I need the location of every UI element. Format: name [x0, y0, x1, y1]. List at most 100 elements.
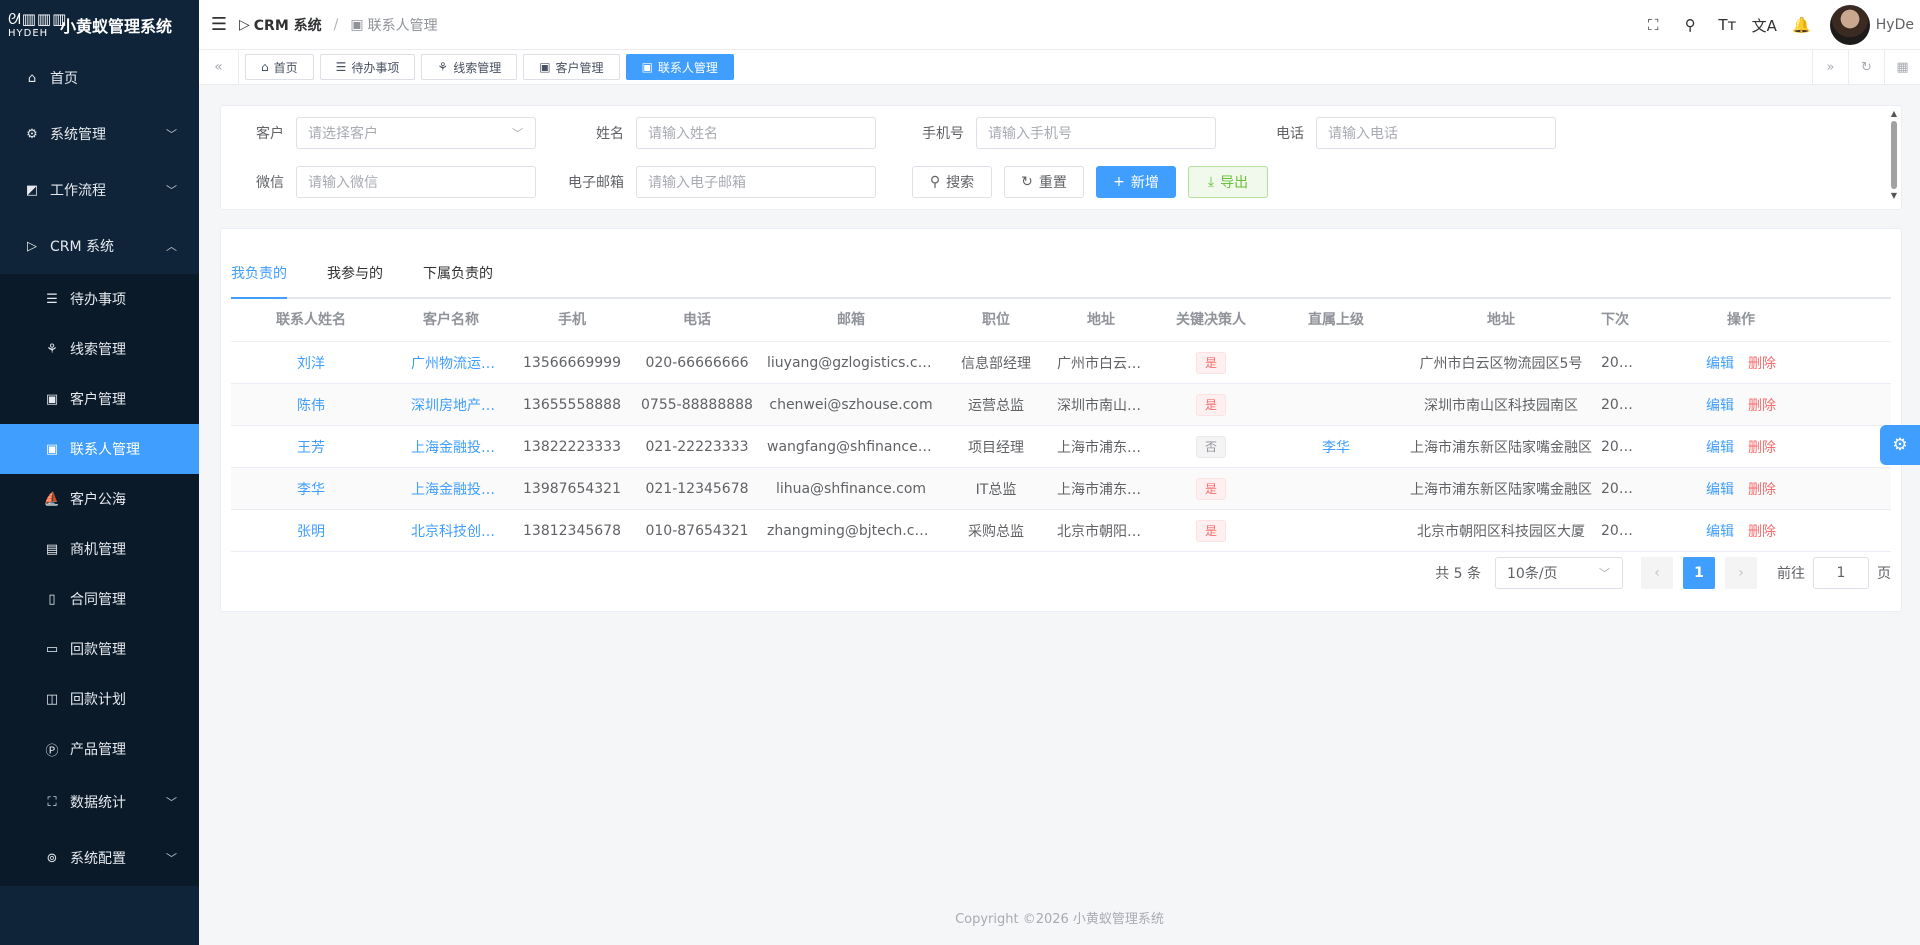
status-badge: 是: [1195, 519, 1226, 542]
delete-button[interactable]: 删除: [1748, 395, 1776, 415]
sidebar-item-products[interactable]: Ⓟ 产品管理: [0, 724, 199, 774]
phone-input[interactable]: 请输入电话: [1316, 117, 1556, 149]
settings-gear-icon[interactable]: ⚙: [1880, 425, 1920, 465]
tag-todo[interactable]: ☰ 待办事项: [319, 54, 416, 80]
customer-name-link[interactable]: 广州物流运输有限公司: [391, 353, 511, 373]
tag-contacts[interactable]: ▣ 联系人管理: [625, 54, 734, 80]
scroll-down-icon[interactable]: ▼: [1890, 192, 1898, 200]
email-input[interactable]: 请输入电子邮箱: [636, 166, 876, 198]
username[interactable]: HyDe: [1876, 17, 1914, 33]
column-header: 地址: [1487, 312, 1515, 328]
customer-name-link[interactable]: 深圳房地产开发有限公司: [391, 395, 511, 415]
add-button[interactable]: + 新增: [1096, 166, 1176, 198]
search-button[interactable]: ⚲ 搜索: [912, 166, 992, 198]
crm-icon: ▷: [239, 16, 250, 33]
edit-button[interactable]: 编辑: [1706, 437, 1734, 457]
page-size-select[interactable]: 10条/页 ﹀: [1495, 557, 1623, 589]
fullscreen-icon[interactable]: ⛶: [1635, 0, 1672, 50]
tag-customers[interactable]: ▣ 客户管理: [523, 54, 620, 80]
customer-name-link[interactable]: 上海金融投资集团: [391, 437, 511, 457]
scrollbar-thumb[interactable]: [1891, 121, 1897, 189]
config-icon: ⊚: [46, 850, 58, 866]
refresh-icon[interactable]: ↻: [1848, 50, 1884, 85]
double-chevron-left-icon[interactable]: «: [199, 49, 239, 85]
next-page-button[interactable]: ›: [1725, 557, 1757, 589]
column-header: 客户名称: [423, 312, 479, 328]
position-cell: 信息部经理: [961, 355, 1031, 372]
customer-select[interactable]: 请选择客户 ﹀: [296, 117, 536, 149]
table-row: 李华 上海金融投资集团 13987654321 021-12345678 lih…: [231, 468, 1891, 510]
prev-page-button[interactable]: ‹: [1641, 557, 1673, 589]
contact-name-link[interactable]: 李华: [231, 479, 391, 499]
double-chevron-right-icon[interactable]: »: [1812, 50, 1848, 85]
sidebar-item-contracts[interactable]: ▯ 合同管理: [0, 574, 199, 624]
wechat-input[interactable]: 请输入微信: [296, 166, 536, 198]
edit-button[interactable]: 编辑: [1706, 521, 1734, 541]
scroll-up-icon[interactable]: ▲: [1890, 110, 1898, 118]
goto-input[interactable]: 1: [1813, 557, 1869, 589]
sidebar-item-todo[interactable]: ☰ 待办事项: [0, 274, 199, 324]
footer-copyright: Copyright ©2026 小黄蚁管理系统: [955, 912, 1164, 927]
sidebar-item-crm[interactable]: ▷ CRM 系统 ︿: [0, 218, 199, 274]
translate-icon[interactable]: 文A: [1746, 0, 1783, 50]
bell-icon[interactable]: 🔔: [1783, 0, 1820, 50]
tab-my-responsible[interactable]: 我负责的: [231, 249, 287, 299]
export-button[interactable]: ⤓ 导出: [1188, 166, 1268, 198]
grid-menu-icon[interactable]: ▦: [1884, 50, 1920, 85]
phone-cell: 021-22223333: [645, 438, 749, 455]
delete-button[interactable]: 删除: [1748, 479, 1776, 499]
sidebar-item-customers[interactable]: ▣ 客户管理: [0, 374, 199, 424]
home-icon: ⌂: [27, 70, 37, 86]
sidebar-item-system[interactable]: ⚙ 系统管理 ﹀: [0, 106, 199, 162]
table-row: 陈伟 深圳房地产开发有限公司 13655558888 0755-88888888…: [231, 384, 1891, 426]
reset-button[interactable]: ↻ 重置: [1004, 166, 1084, 198]
edit-button[interactable]: 编辑: [1706, 353, 1734, 373]
avatar[interactable]: [1829, 5, 1870, 45]
edit-button[interactable]: 编辑: [1706, 479, 1734, 499]
contact-name-link[interactable]: 陈伟: [231, 395, 391, 415]
sidebar-item-workflow[interactable]: ◩ 工作流程 ﹀: [0, 162, 199, 218]
mobile-input[interactable]: 请输入手机号: [976, 117, 1216, 149]
delete-button[interactable]: 删除: [1748, 437, 1776, 457]
delete-button[interactable]: 删除: [1748, 353, 1776, 373]
tag-home[interactable]: ⌂ 首页: [245, 54, 314, 80]
customer-name-link[interactable]: 上海金融投资集团: [391, 479, 511, 499]
name-input[interactable]: 请输入姓名: [636, 117, 876, 149]
address-detail-cell: 广州市白云区物流园区5号: [1419, 355, 1583, 372]
tab-my-participating[interactable]: 我参与的: [327, 249, 383, 297]
sidebar-item-payments[interactable]: ▭ 回款管理: [0, 624, 199, 674]
sidebar-item-leads[interactable]: ⚘ 线索管理: [0, 324, 199, 374]
name-label: 姓名: [596, 126, 624, 142]
font-size-icon[interactable]: Tт: [1709, 0, 1746, 50]
sidebar-item-public-pool[interactable]: ⛵ 客户公海: [0, 474, 199, 524]
sidebar-item-home[interactable]: ⌂ 首页: [0, 50, 199, 106]
tag-label: 首页: [273, 60, 298, 75]
search-icon[interactable]: ⚲: [1672, 0, 1709, 50]
sidebar-item-config[interactable]: ⊚ 系统配置 ﹀: [0, 830, 199, 886]
statistics-icon: ⛶: [47, 794, 57, 810]
tab-subordinate-responsible[interactable]: 下属负责的: [423, 249, 493, 297]
vertical-scrollbar[interactable]: ▲ ▼: [1890, 110, 1898, 206]
breadcrumb-crm[interactable]: ▷ CRM 系统: [239, 15, 322, 35]
column-header: 邮箱: [837, 312, 865, 328]
page-number[interactable]: 1: [1683, 557, 1715, 589]
breadcrumb-label: CRM 系统: [253, 17, 322, 34]
delete-button[interactable]: 删除: [1748, 521, 1776, 541]
hamburger-icon[interactable]: ☰: [199, 14, 239, 35]
sidebar-item-contacts[interactable]: ▣ 联系人管理: [0, 424, 199, 474]
sidebar-item-statistics[interactable]: ⛶ 数据统计 ﹀: [0, 774, 199, 830]
mobile-placeholder: 请输入手机号: [988, 126, 1072, 142]
contact-name-link[interactable]: 王芳: [231, 437, 391, 457]
gear-icon: ⚙: [26, 126, 38, 142]
superior-cell[interactable]: 李华: [1271, 437, 1401, 457]
contact-name-link[interactable]: 张明: [231, 521, 391, 541]
sidebar-item-payment-plan[interactable]: ◫ 回款计划: [0, 674, 199, 724]
contact-name-link[interactable]: 刘洋: [231, 353, 391, 373]
tag-leads[interactable]: ⚘ 线索管理: [421, 54, 518, 80]
phone-label: 电话: [1276, 126, 1304, 142]
edit-button[interactable]: 编辑: [1706, 395, 1734, 415]
sidebar-item-opportunities[interactable]: ▤ 商机管理: [0, 524, 199, 574]
customer-name-link[interactable]: 北京科技创新有限公司: [391, 521, 511, 541]
operations-cell: 编辑 删除: [1641, 353, 1841, 373]
sidebar-item-label: 首页: [50, 71, 78, 87]
